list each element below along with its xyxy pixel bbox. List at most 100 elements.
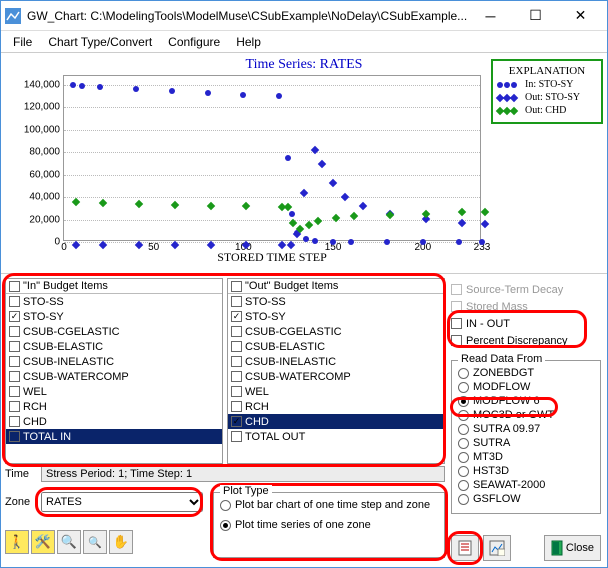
budget-item[interactable]: CHD xyxy=(6,414,222,429)
plot-type-group: Plot Type Plot bar chart of one time ste… xyxy=(213,492,445,558)
checkbox-icon[interactable] xyxy=(9,371,20,382)
percent-discrepancy-option[interactable]: Percent Discrepancy xyxy=(451,333,601,348)
left-column: "In" Budget Items STO-SSSTO-SYCSUB-CGELA… xyxy=(1,274,449,567)
close-window-button[interactable]: Close xyxy=(544,535,601,561)
read-from-option[interactable]: SUTRA 09.97 xyxy=(458,423,594,435)
checkbox-icon[interactable] xyxy=(9,311,20,322)
budget-item-label: TOTAL OUT xyxy=(245,431,305,443)
app-icon xyxy=(5,8,21,24)
titlebar: GW_Chart: C:\ModelingTools\ModelMuse\CSu… xyxy=(1,1,607,31)
checkbox-icon[interactable] xyxy=(9,386,20,397)
budget-item-label: CSUB-WATERCOMP xyxy=(23,371,129,383)
zone-select[interactable]: RATES xyxy=(41,492,203,512)
maximize-button[interactable]: ☐ xyxy=(513,2,558,30)
budget-item[interactable]: RCH xyxy=(228,399,444,414)
read-from-option[interactable]: MOC3D or GWT xyxy=(458,409,594,421)
in-budget-list[interactable]: STO-SS STO-SY CSUB-CGELASTIC CSUB-ELASTIC CS… xyxy=(6,294,222,463)
budget-item[interactable]: RCH xyxy=(6,399,222,414)
budget-item-label: CSUB-CGELASTIC xyxy=(23,326,120,338)
menu-chart-type[interactable]: Chart Type/Convert xyxy=(40,33,160,51)
checkbox-icon[interactable] xyxy=(231,401,242,412)
in-out-option[interactable]: IN - OUT xyxy=(451,316,601,331)
checkbox-icon[interactable] xyxy=(231,281,242,292)
checkbox-icon[interactable] xyxy=(9,296,20,307)
read-from-option[interactable]: MT3D xyxy=(458,451,594,463)
checkbox-icon[interactable] xyxy=(9,356,20,367)
read-from-label: MODFLOW 6 xyxy=(473,395,540,407)
checkbox-icon[interactable] xyxy=(231,386,242,397)
read-from-option[interactable]: MODFLOW xyxy=(458,381,594,393)
budget-item[interactable]: CSUB-CGELASTIC xyxy=(228,324,444,339)
checkbox-icon[interactable] xyxy=(231,356,242,367)
plot-box[interactable]: 020,00040,00060,00080,000100,000120,0001… xyxy=(63,75,481,241)
read-from-option[interactable]: SUTRA xyxy=(458,437,594,449)
read-data-from-group: Read Data From ZONEBDGTMODFLOWMODFLOW 6M… xyxy=(451,360,601,514)
read-from-title: Read Data From xyxy=(458,353,545,365)
budget-item[interactable]: STO-SS xyxy=(6,294,222,309)
budget-item[interactable]: CSUB-WATERCOMP xyxy=(228,369,444,384)
open-file-button[interactable] xyxy=(451,535,479,561)
zoom-in-icon[interactable]: 🔍 xyxy=(57,530,81,554)
budget-item[interactable]: CSUB-CGELASTIC xyxy=(6,324,222,339)
budget-item-label: CSUB-WATERCOMP xyxy=(245,371,351,383)
budget-item[interactable]: CSUB-ELASTIC xyxy=(228,339,444,354)
checkbox-icon[interactable] xyxy=(231,296,242,307)
checkbox-icon[interactable] xyxy=(9,431,20,442)
close-button[interactable]: ✕ xyxy=(558,2,603,30)
checkbox-icon[interactable] xyxy=(231,326,242,337)
budget-item[interactable]: CHD xyxy=(228,414,444,429)
budget-item[interactable]: CSUB-INELASTIC xyxy=(6,354,222,369)
tools-icon[interactable]: 🛠️ xyxy=(31,530,55,554)
read-from-option[interactable]: HST3D xyxy=(458,465,594,477)
checkbox-icon[interactable] xyxy=(231,416,242,427)
legend-item: In: STO-SY xyxy=(497,79,597,90)
out-budget-list[interactable]: STO-SSSTO-SYCSUB-CGELASTICCSUB-ELASTICCS… xyxy=(228,294,444,463)
checkbox-icon[interactable] xyxy=(9,401,20,412)
budget-item[interactable]: TOTAL IN xyxy=(6,429,222,444)
checkbox-icon[interactable] xyxy=(9,341,20,352)
plot-type-series-option[interactable]: Plot time series of one zone xyxy=(220,519,438,531)
budget-item[interactable]: CSUB-INELASTIC xyxy=(228,354,444,369)
budget-item[interactable]: STO-SS xyxy=(228,294,444,309)
budget-item[interactable]: STO-SY xyxy=(6,309,222,324)
menu-file[interactable]: File xyxy=(5,33,40,51)
budget-item[interactable]: STO-SY xyxy=(228,309,444,324)
checkbox-icon[interactable] xyxy=(9,281,20,292)
budget-item-label: CSUB-INELASTIC xyxy=(23,356,114,368)
checkbox-icon[interactable] xyxy=(231,341,242,352)
plot-type-bar-option[interactable]: Plot bar chart of one time step and zone xyxy=(220,499,438,511)
budget-item-label: CSUB-ELASTIC xyxy=(23,341,103,353)
zone-row: Zone RATES xyxy=(5,492,203,512)
checkbox-icon xyxy=(451,301,462,312)
pan-icon[interactable]: ✋ xyxy=(109,530,133,554)
checkbox-icon[interactable] xyxy=(9,416,20,427)
radio-icon xyxy=(458,480,469,491)
checkbox-icon[interactable] xyxy=(231,431,242,442)
minimize-button[interactable]: ─ xyxy=(468,2,513,30)
budget-item[interactable]: CSUB-WATERCOMP xyxy=(6,369,222,384)
menu-help[interactable]: Help xyxy=(228,33,269,51)
chart-legend: EXPLANATION In: STO-SY Out: STO-SY Out: … xyxy=(491,59,603,124)
budget-item[interactable]: CSUB-ELASTIC xyxy=(6,339,222,354)
in-budget-header[interactable]: "In" Budget Items xyxy=(6,279,222,294)
budget-item[interactable]: WEL xyxy=(6,384,222,399)
checkbox-icon[interactable] xyxy=(451,318,462,329)
checkbox-icon[interactable] xyxy=(9,326,20,337)
read-from-label: SUTRA xyxy=(473,437,510,449)
radio-icon xyxy=(458,494,469,505)
save-chart-button[interactable] xyxy=(483,535,511,561)
zoom-out-icon[interactable]: 🔍 xyxy=(83,530,107,554)
walk-tool-icon[interactable]: 🚶 xyxy=(5,530,29,554)
checkbox-icon[interactable] xyxy=(451,335,462,346)
read-from-option[interactable]: SEAWAT-2000 xyxy=(458,479,594,491)
checkbox-icon[interactable] xyxy=(231,311,242,322)
budget-item[interactable]: TOTAL OUT xyxy=(228,429,444,444)
checkbox-icon[interactable] xyxy=(231,371,242,382)
read-from-option[interactable]: ZONEBDGT xyxy=(458,367,594,379)
read-from-option[interactable]: MODFLOW 6 xyxy=(458,395,594,407)
menu-configure[interactable]: Configure xyxy=(160,33,228,51)
budget-item-label: STO-SY xyxy=(23,311,64,323)
out-budget-header[interactable]: "Out" Budget Items xyxy=(228,279,444,294)
budget-item[interactable]: WEL xyxy=(228,384,444,399)
read-from-option[interactable]: GSFLOW xyxy=(458,493,594,505)
